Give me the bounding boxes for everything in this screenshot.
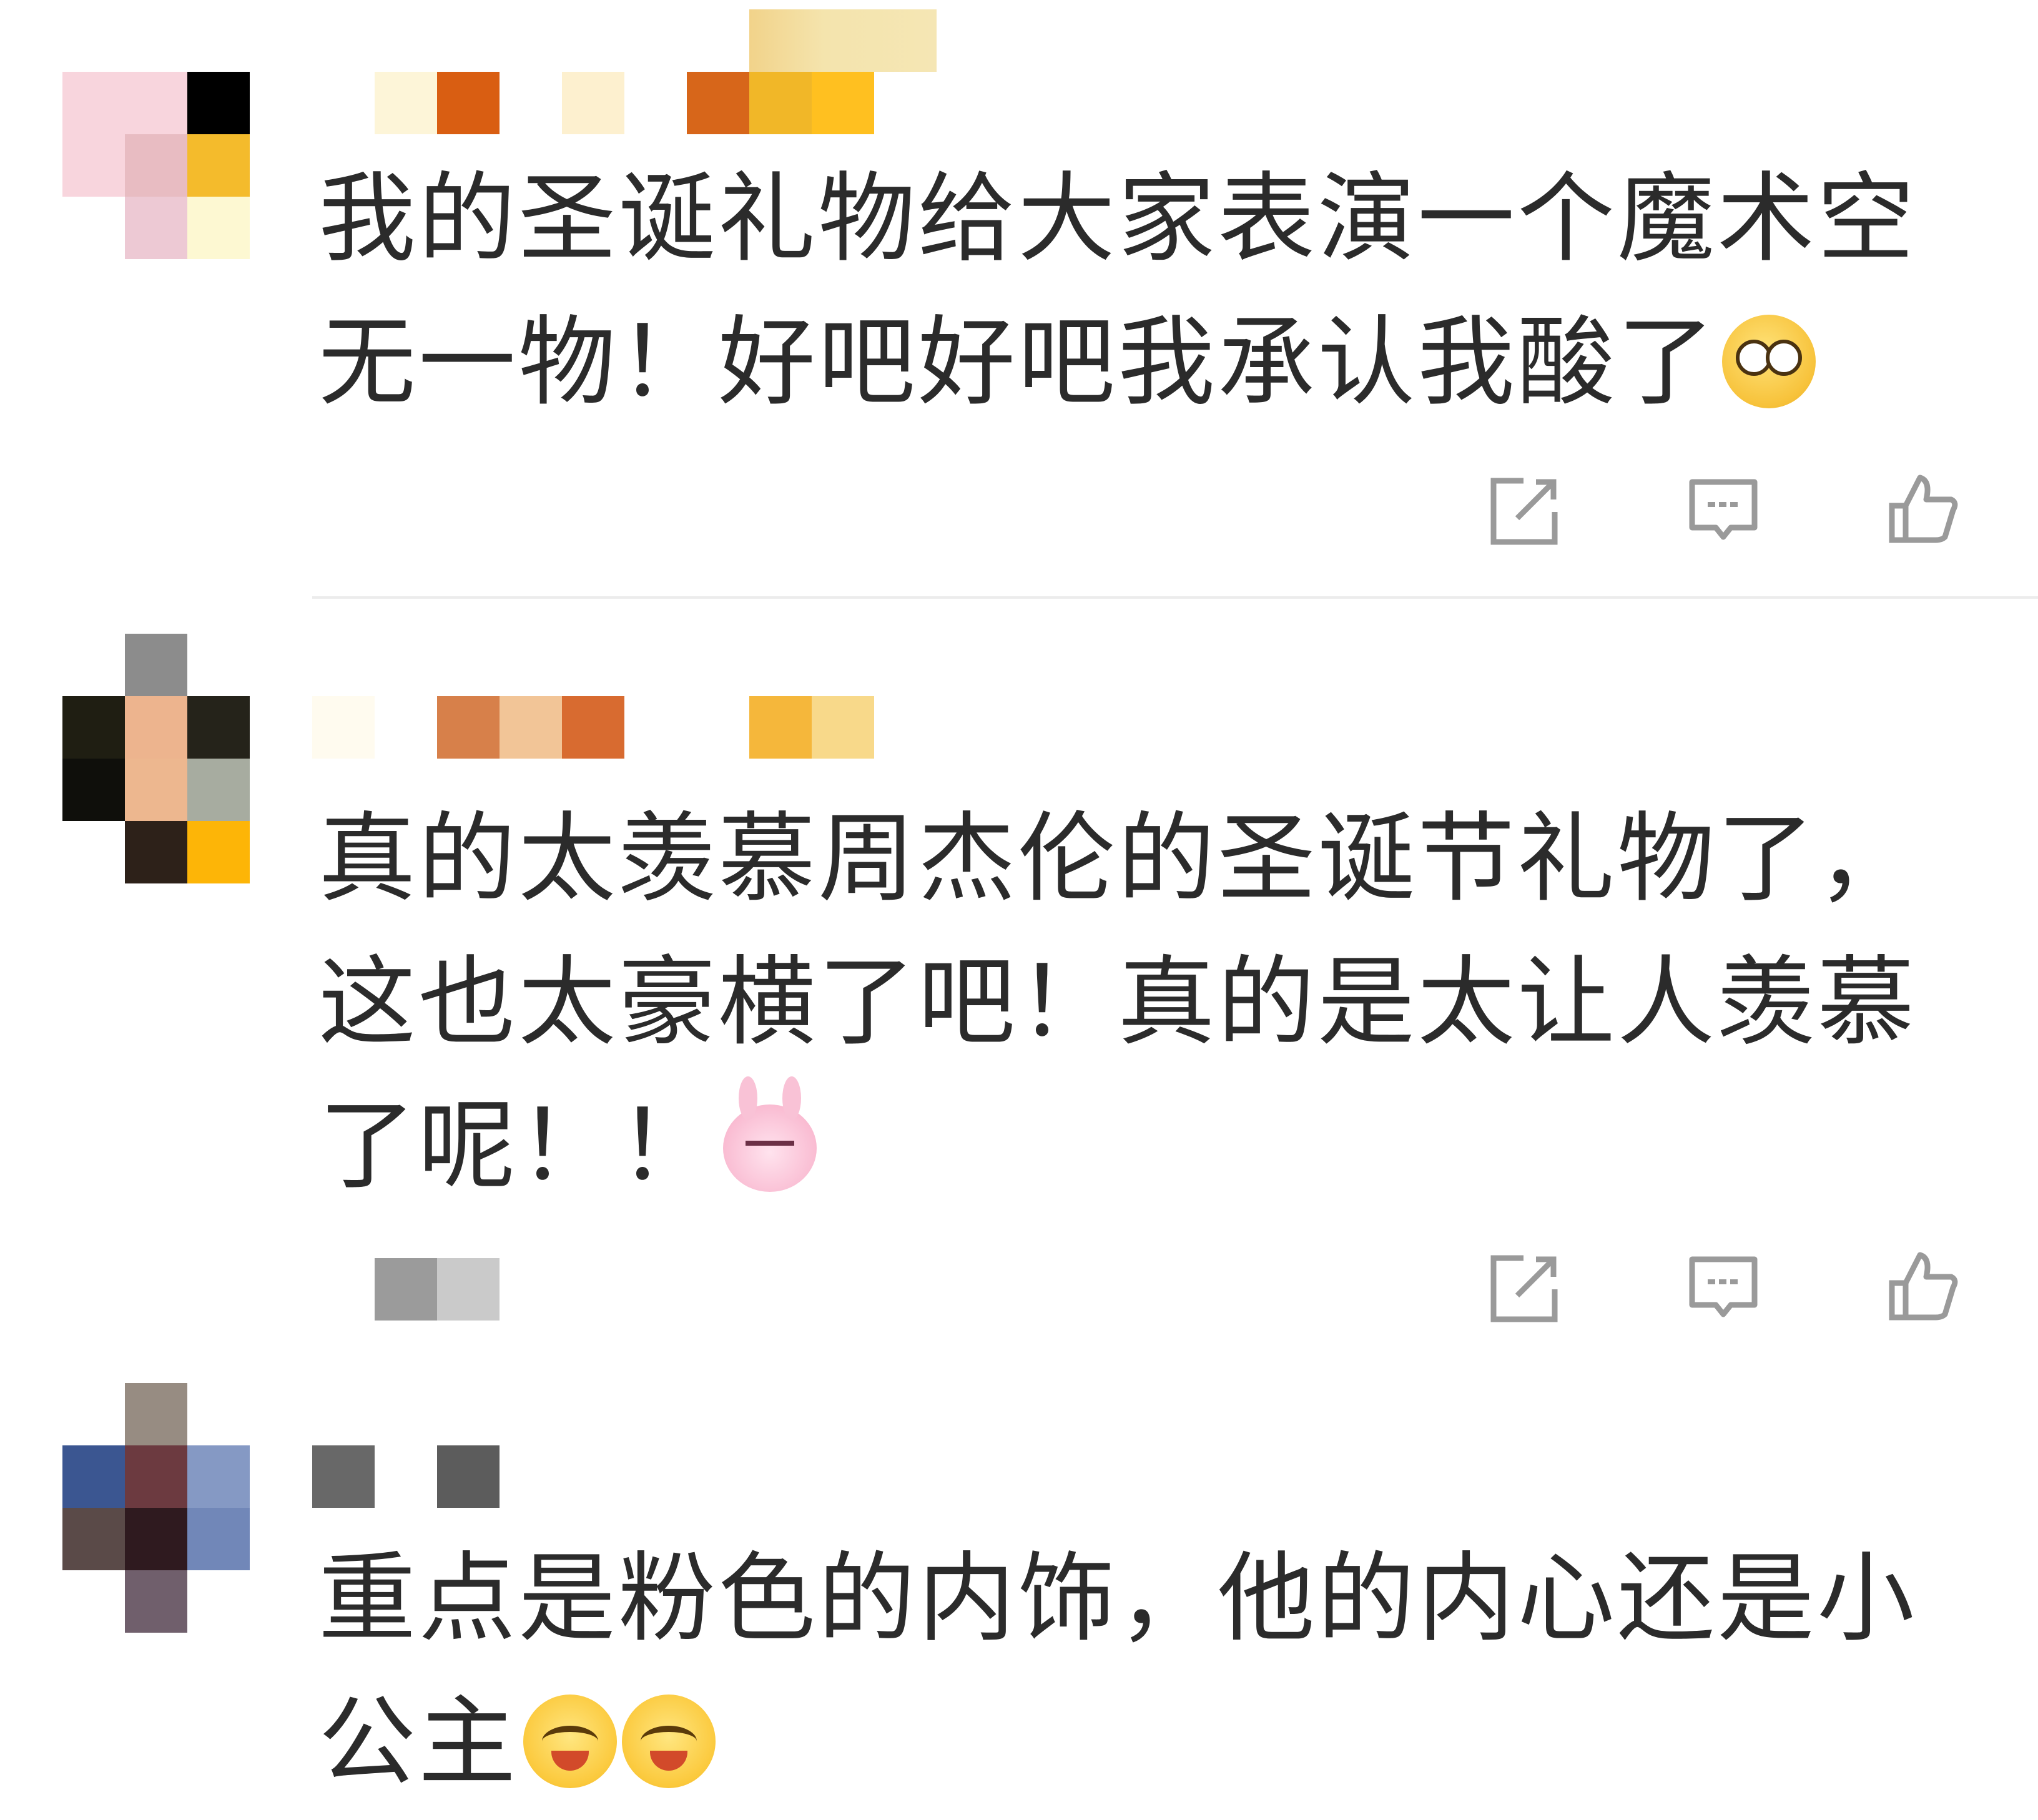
avatar[interactable] xyxy=(62,72,250,259)
pink-bunny-emoji xyxy=(723,1076,817,1192)
username-blurred[interactable] xyxy=(312,72,874,134)
comment-text: 真的太羡慕周杰伦的圣诞节礼物了，这也太豪横了吧！真的是太让人羡慕了呢！！ xyxy=(318,787,2004,1217)
badge-blurred xyxy=(749,9,937,72)
comment-text-content: 真的太羡慕周杰伦的圣诞节礼物了，这也太豪横了吧！真的是太让人羡慕了呢！！ xyxy=(318,802,1917,1203)
share-icon[interactable] xyxy=(1486,475,1561,549)
comment-text-content: 我的圣诞礼物给大家表演一个魔术空无一物！好吧好吧我承认我酸了 xyxy=(318,162,1917,419)
avatar[interactable] xyxy=(62,1383,250,1633)
avatar[interactable] xyxy=(62,634,250,883)
divider xyxy=(312,596,2038,599)
comment-text: 我的圣诞礼物给大家表演一个魔术空无一物！好吧好吧我承认我酸了 xyxy=(318,147,2004,434)
hugging-face-emoji xyxy=(523,1695,617,1788)
username-blurred[interactable] xyxy=(312,696,874,759)
sour-face-emoji xyxy=(1722,315,1816,408)
comment-icon[interactable] xyxy=(1686,475,1761,549)
timestamp-blurred xyxy=(375,1258,500,1321)
comment-icon[interactable] xyxy=(1686,1252,1761,1327)
share-icon[interactable] xyxy=(1486,1252,1561,1327)
hugging-face-emoji xyxy=(622,1695,716,1788)
like-icon[interactable] xyxy=(1886,1249,1961,1324)
username-blurred[interactable] xyxy=(312,1445,500,1508)
like-icon[interactable] xyxy=(1886,471,1961,546)
comment-text: 重点是粉色的内饰，他的内心还是小公主 xyxy=(318,1527,2004,1814)
